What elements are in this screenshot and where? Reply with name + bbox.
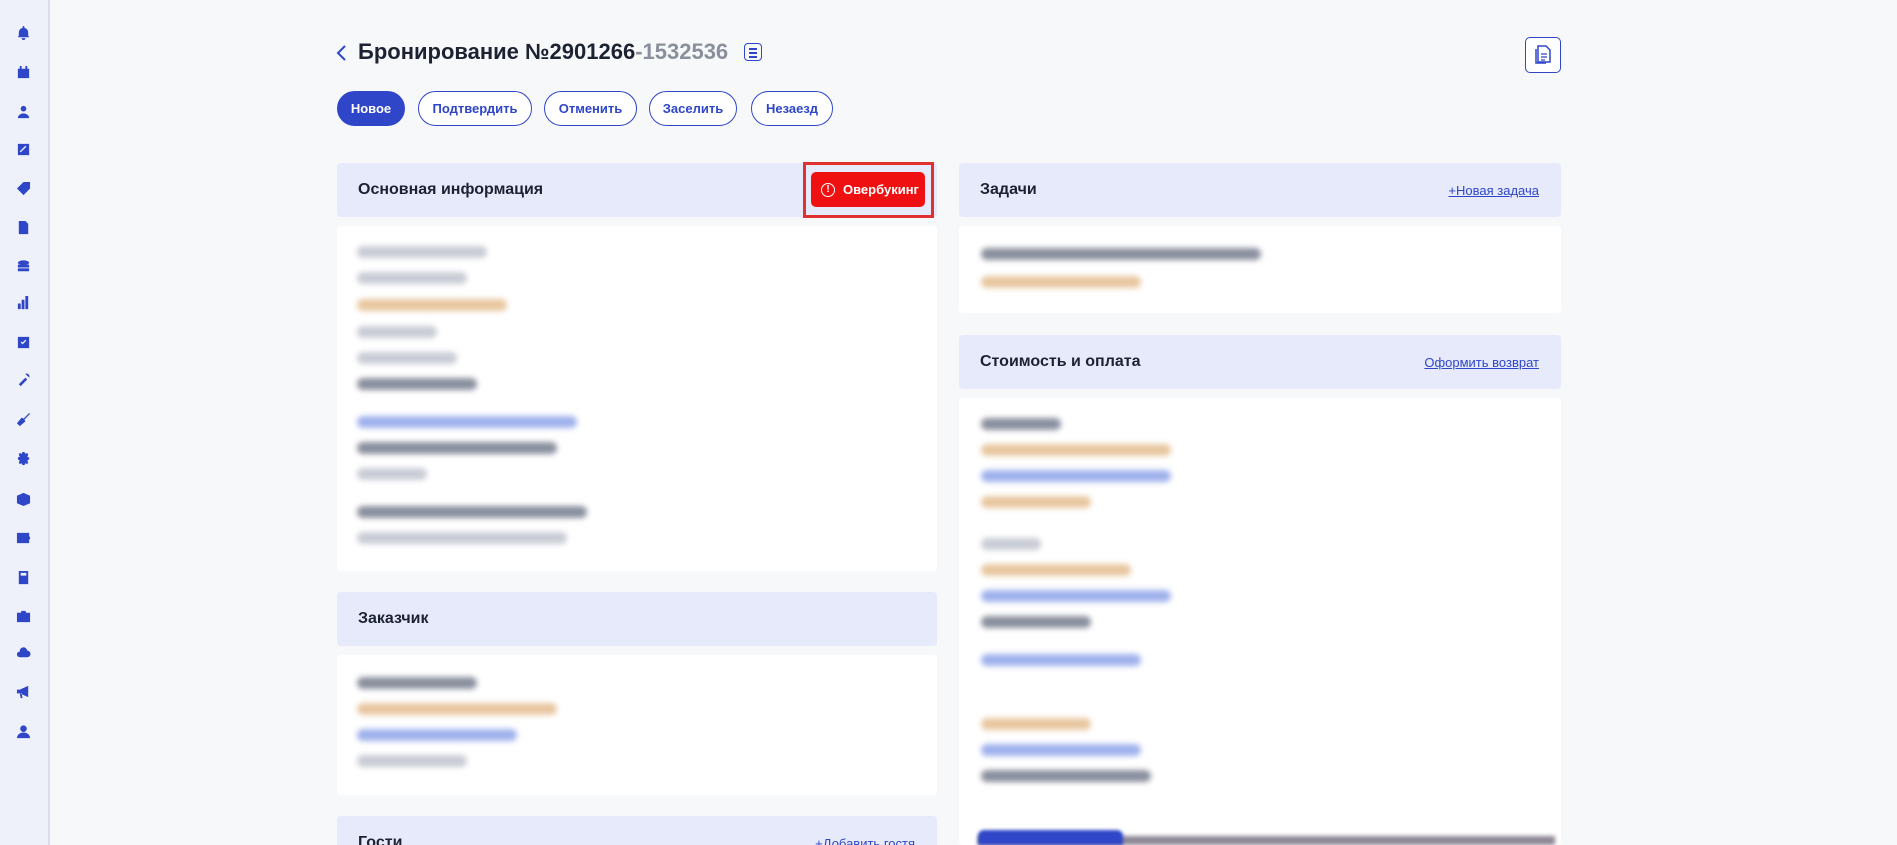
- blurred-line: [357, 677, 477, 689]
- booking-title: Бронирование №2901266: [358, 39, 636, 64]
- blurred-line: [981, 770, 1151, 782]
- blurred-line: [357, 442, 557, 454]
- percent-icon[interactable]: [15, 141, 31, 157]
- blurred-line: [357, 703, 557, 715]
- main-info-body: [337, 226, 937, 571]
- page-title: Бронирование №2901266-1532536: [358, 39, 728, 65]
- blurred-line: [357, 755, 467, 767]
- blurred-line: [357, 378, 477, 390]
- payment-title: Стоимость и оплата: [980, 353, 1141, 370]
- tag-icon[interactable]: [15, 180, 31, 196]
- profile-icon[interactable]: [15, 723, 31, 739]
- blurred-line: [981, 276, 1141, 288]
- overbooking-label: Овербукинг: [843, 182, 919, 197]
- blurred-line: [981, 248, 1261, 260]
- blurred-line: [357, 272, 467, 284]
- cloud-icon[interactable]: [15, 644, 31, 660]
- blurred-line: [981, 616, 1091, 628]
- customer-header: Заказчик: [337, 592, 937, 646]
- tasks-title: Задачи: [980, 181, 1037, 198]
- tab-checkin[interactable]: Заселить: [649, 91, 737, 126]
- tools-icon[interactable]: [15, 371, 31, 387]
- overbooking-badge[interactable]: ! Овербукинг: [811, 172, 925, 207]
- check-icon[interactable]: [15, 334, 31, 350]
- tasks-header: Задачи +Новая задача: [959, 163, 1561, 217]
- main-info-title: Основная информация: [358, 181, 544, 198]
- coins-icon[interactable]: [15, 258, 31, 274]
- calendar-icon[interactable]: [15, 64, 31, 80]
- blurred-line: [981, 564, 1131, 576]
- calculator-icon[interactable]: [15, 569, 31, 585]
- blurred-line: [357, 352, 457, 364]
- tab-no-show[interactable]: Незаезд: [751, 91, 833, 126]
- blurred-line: [981, 538, 1041, 550]
- chart-icon[interactable]: [15, 294, 31, 310]
- blurred-line: [357, 299, 507, 311]
- payment-action-button[interactable]: [978, 830, 1123, 845]
- new-task-link[interactable]: +Новая задача: [1448, 183, 1539, 198]
- blurred-line: [981, 496, 1091, 508]
- alert-icon: !: [821, 182, 835, 197]
- blurred-line: [981, 590, 1171, 602]
- blurred-line: [357, 468, 427, 480]
- blurred-line: [357, 416, 577, 428]
- refund-link[interactable]: Оформить возврат: [1424, 355, 1539, 370]
- customer-title: Заказчик: [358, 610, 429, 627]
- guests-title: Гости: [358, 834, 403, 845]
- blurred-line: [981, 654, 1141, 666]
- back-arrow-icon[interactable]: [335, 44, 349, 62]
- document-icon[interactable]: [15, 219, 31, 235]
- user-icon[interactable]: [15, 103, 31, 119]
- wallet-icon[interactable]: [15, 529, 31, 545]
- tasks-body: [959, 226, 1561, 313]
- blurred-line: [357, 729, 517, 741]
- blurred-line: [981, 718, 1091, 730]
- gear-icon[interactable]: [15, 450, 31, 466]
- blurred-line: [981, 418, 1061, 430]
- blurred-line: [357, 506, 587, 518]
- camera-icon[interactable]: [15, 608, 31, 624]
- payment-body: [959, 398, 1561, 845]
- document-button[interactable]: [1525, 37, 1561, 73]
- blurred-line: [357, 246, 487, 258]
- box-icon[interactable]: [15, 490, 31, 506]
- tab-confirm[interactable]: Подтвердить: [418, 91, 532, 126]
- documents-icon: [1535, 45, 1551, 64]
- tab-new[interactable]: Новое: [337, 91, 405, 126]
- sidebar: [0, 0, 50, 845]
- megaphone-icon[interactable]: [15, 683, 31, 699]
- blurred-line: [981, 470, 1171, 482]
- guests-header: Гости +Добавить гостя: [337, 816, 937, 845]
- payment-header: Стоимость и оплата Оформить возврат: [959, 335, 1561, 389]
- blurred-line: [357, 326, 437, 338]
- blurred-line: [357, 532, 567, 544]
- blurred-line: [981, 444, 1171, 456]
- customer-body: [337, 655, 937, 795]
- add-guest-link[interactable]: +Добавить гостя: [815, 836, 915, 845]
- tab-cancel[interactable]: Отменить: [544, 91, 637, 126]
- booking-subtitle: -1532536: [635, 39, 729, 64]
- list-icon[interactable]: [744, 43, 762, 61]
- bell-icon[interactable]: [15, 24, 31, 40]
- broom-icon[interactable]: [15, 411, 31, 427]
- blurred-line: [981, 744, 1141, 756]
